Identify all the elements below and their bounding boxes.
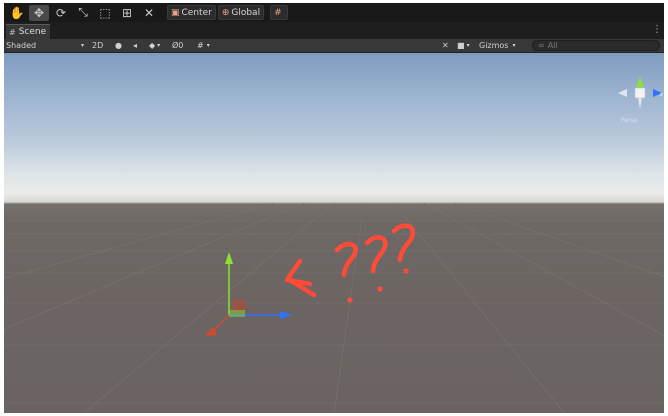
chevron-down-icon: ▾ bbox=[80, 42, 84, 49]
effects-icon: ◆ bbox=[149, 41, 156, 50]
camera-settings-dropdown[interactable]: ■ ▾ bbox=[457, 39, 470, 52]
annotation-dots bbox=[347, 268, 409, 303]
camera-icon: ■ bbox=[457, 41, 465, 50]
main-toolbar: ✋ ✥ ⟳ ⤡ ⬚ ⊞ ✕ ▣ Center ⊕ Global # bbox=[4, 3, 664, 22]
audio-toggle-button[interactable]: ◂ bbox=[133, 39, 137, 52]
scene-icon: # bbox=[9, 27, 16, 37]
scene-window: ✋ ✥ ⟳ ⤡ ⬚ ⊞ ✕ ▣ Center ⊕ Global # # Scene ⋮ Sh… bbox=[4, 3, 664, 413]
scene-tools-button[interactable]: ✕ bbox=[442, 39, 449, 52]
gizmos-label: Gizmos bbox=[479, 41, 509, 50]
scene-view-canvas: z bbox=[4, 77, 664, 413]
scene-search-input[interactable]: ≈ All bbox=[532, 40, 660, 51]
pivot-toggle[interactable]: ▣ Center bbox=[167, 5, 216, 20]
hand-tool[interactable]: ✋ bbox=[7, 5, 27, 21]
y-axis-arrow[interactable] bbox=[225, 252, 233, 264]
grid-lines bbox=[4, 202, 664, 413]
projection-label[interactable]: Persp bbox=[621, 117, 638, 124]
annotation-marks bbox=[284, 223, 415, 298]
rect-tool-icon: ⬚ bbox=[99, 5, 111, 20]
speaker-icon: ◂ bbox=[133, 41, 138, 50]
scene-control-bar: Shaded ▾ 2D ● ◂ ◆ ▾ Ø 0 # ▾ ✕ ■ ▾ Gizmos… bbox=[4, 39, 664, 53]
shading-mode-dropdown[interactable]: Shaded ▾ bbox=[6, 39, 86, 52]
2d-label: 2D bbox=[92, 41, 104, 50]
gizmos-dropdown[interactable]: Gizmos ▾ bbox=[479, 39, 523, 52]
pivot-icon: ▣ bbox=[171, 7, 180, 18]
transform-tool[interactable]: ⊞ bbox=[117, 5, 137, 21]
custom-tool-icon: ✕ bbox=[143, 5, 155, 20]
global-icon: ⊕ bbox=[221, 7, 230, 18]
grid-dropdown[interactable]: # ▾ bbox=[197, 39, 210, 52]
orientation-down-cone[interactable] bbox=[638, 98, 642, 109]
light-bulb-icon: ● bbox=[115, 41, 122, 50]
scene-viewport[interactable]: z Persp bbox=[4, 53, 664, 413]
space-label: Global bbox=[231, 7, 261, 18]
rect-tool[interactable]: ⬚ bbox=[95, 5, 115, 21]
move-gizmo[interactable] bbox=[205, 252, 292, 336]
hidden-objects-toggle[interactable]: Ø 0 bbox=[172, 39, 183, 52]
orientation-cube[interactable] bbox=[634, 87, 646, 99]
plane-handle-xz[interactable] bbox=[229, 310, 245, 317]
lighting-toggle-button[interactable]: ● bbox=[115, 39, 122, 52]
custom-tool[interactable]: ✕ bbox=[139, 5, 159, 21]
snap-icon: # bbox=[274, 7, 282, 18]
chevron-down-icon: ▾ bbox=[206, 42, 210, 49]
annotation-question-2 bbox=[364, 235, 388, 274]
transform-icon: ⊞ bbox=[121, 5, 133, 20]
tab-menu-icon[interactable]: ⋮ bbox=[652, 24, 662, 35]
rotate-icon: ⟳ bbox=[55, 5, 67, 20]
search-placeholder: All bbox=[547, 41, 558, 50]
chevron-down-icon: ▾ bbox=[157, 42, 161, 49]
tab-bar: # Scene ⋮ bbox=[4, 22, 664, 39]
orientation-z-label: z bbox=[660, 92, 663, 98]
tab-scene[interactable]: # Scene bbox=[6, 24, 50, 39]
annotation-question-1 bbox=[334, 241, 358, 278]
orientation-gizmo[interactable]: z bbox=[618, 77, 663, 109]
annotation-question-3 bbox=[391, 223, 415, 263]
hand-icon: ✋ bbox=[9, 5, 25, 20]
tab-scene-label: Scene bbox=[18, 27, 47, 37]
effects-dropdown[interactable]: ◆ ▾ bbox=[149, 39, 160, 52]
z-axis-handle[interactable] bbox=[211, 314, 230, 333]
tools-icon: ✕ bbox=[442, 41, 449, 50]
chevron-down-icon: ▾ bbox=[512, 42, 516, 49]
orientation-y-cone[interactable] bbox=[636, 77, 644, 87]
scale-icon: ⤡ bbox=[78, 5, 88, 19]
pivot-label: Center bbox=[181, 7, 212, 18]
search-icon: ≈ bbox=[538, 41, 545, 50]
x-axis-arrow[interactable] bbox=[280, 311, 292, 319]
shading-mode-value: Shaded bbox=[6, 41, 37, 50]
transform-tools: ✋ ✥ ⟳ ⤡ ⬚ ⊞ ✕ bbox=[4, 4, 161, 21]
chevron-down-icon: ▾ bbox=[466, 42, 470, 49]
hidden-count: 0 bbox=[178, 41, 184, 50]
2d-toggle-button[interactable]: 2D bbox=[92, 39, 103, 52]
move-icon: ✥ bbox=[33, 5, 45, 20]
space-toggle[interactable]: ⊕ Global bbox=[217, 5, 265, 20]
snap-button[interactable]: # bbox=[270, 5, 288, 20]
move-tool[interactable]: ✥ bbox=[29, 4, 49, 21]
rotate-tool[interactable]: ⟳ bbox=[51, 5, 71, 21]
scale-tool[interactable]: ⤡ bbox=[73, 5, 93, 21]
grid-icon: # bbox=[197, 41, 204, 50]
orientation-back-cone[interactable] bbox=[618, 89, 627, 97]
